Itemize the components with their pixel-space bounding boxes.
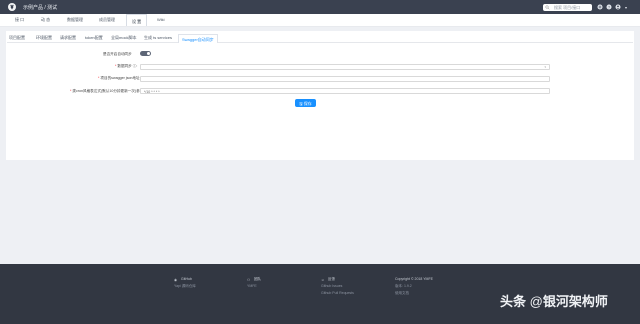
search-placeholder: 搜索 项目/接口 bbox=[554, 4, 581, 10]
footer-feedback-title: 反馈 bbox=[328, 277, 335, 281]
footer-github-link[interactable]: Yapi 源码仓库 bbox=[174, 283, 196, 290]
dropdown-arrow-icon[interactable]: ▾ bbox=[625, 5, 631, 11]
search-input[interactable]: 搜索 项目/接口 bbox=[543, 3, 592, 11]
footer-feedback-column: ☺ 反馈 Github Issues Github Pull Requests bbox=[321, 276, 354, 297]
footer-team-title: 团队 bbox=[254, 277, 261, 281]
watermark-name: 银河架构师 bbox=[542, 294, 608, 309]
swagger-url-label: * 项目的swagger json地址: bbox=[98, 76, 141, 80]
help-icon[interactable]: ? bbox=[606, 4, 612, 10]
settings-panel: 项目配置 环境配置 请求配置 token配置 全局mock脚本 生成 ts se… bbox=[6, 31, 634, 160]
footer-issues-link[interactable]: Github Issues bbox=[321, 283, 354, 290]
sub-tab-env-config[interactable]: 环境配置 bbox=[36, 35, 52, 41]
tab-member-management[interactable]: 成员管理 bbox=[99, 17, 115, 23]
save-label: 保存 bbox=[303, 101, 312, 106]
svg-text:?: ? bbox=[608, 5, 610, 9]
logo-icon bbox=[10, 4, 14, 10]
auto-sync-label: 是否开启自动同步 bbox=[103, 51, 132, 56]
swagger-url-input[interactable] bbox=[140, 76, 550, 82]
sub-tab-project-config[interactable]: 项目配置 bbox=[9, 35, 25, 41]
tab-activity[interactable]: 动 态 bbox=[41, 17, 50, 23]
data-sync-label: * 数据同步 ⓘ: bbox=[115, 64, 138, 68]
tab-wiki[interactable]: Wiki bbox=[157, 17, 165, 22]
chevron-down-icon: ▾ bbox=[544, 65, 546, 69]
footer-team-column: ⚇ 团队 YMFE bbox=[247, 276, 261, 290]
toggle-knob bbox=[147, 52, 150, 55]
feedback-icon: ☺ bbox=[321, 278, 325, 283]
watermark-at: @ bbox=[529, 294, 543, 309]
footer-docs-link[interactable]: 使用文档 bbox=[395, 290, 433, 297]
yapi-logo[interactable] bbox=[8, 3, 16, 11]
search-icon bbox=[545, 5, 550, 9]
save-button[interactable]: 🖫 保存 bbox=[295, 99, 316, 107]
footer-team-link[interactable]: YMFE bbox=[247, 283, 261, 290]
footer-github-title: GitHub bbox=[181, 277, 192, 281]
footer-copyright-column: Copyright © 2018 YMFE 版本: 1.9.2 使用文档 bbox=[395, 276, 433, 297]
footer-github-column: ◉ GitHub Yapi 源码仓库 bbox=[174, 276, 196, 290]
breadcrumb-project-title: 示例产品 / 测试 bbox=[23, 5, 58, 11]
auto-sync-toggle[interactable] bbox=[140, 51, 151, 56]
top-navigation-bar: 示例产品 / 测试 搜索 项目/接口 ? ▾ bbox=[0, 0, 640, 14]
sub-tab-swagger-sync[interactable]: Swagger自动同步 bbox=[178, 34, 218, 43]
sub-tab-token-config[interactable]: token配置 bbox=[85, 35, 103, 41]
footer-version: 版本: 1.9.2 bbox=[395, 284, 412, 288]
tab-data-management[interactable]: 数据管理 bbox=[67, 17, 83, 23]
github-icon: ◉ bbox=[174, 278, 178, 283]
tab-settings[interactable]: 设 置 bbox=[126, 14, 148, 26]
team-icon: ⚇ bbox=[247, 278, 251, 283]
cron-expression-value: */10 * * * * bbox=[144, 89, 160, 94]
sub-tab-request-config[interactable]: 请求配置 bbox=[60, 35, 76, 41]
tab-interface[interactable]: 接 口 bbox=[15, 17, 24, 23]
sub-tab-generate-ts-services[interactable]: 生成 ts services bbox=[144, 35, 172, 41]
cron-expression-input[interactable]: */10 * * * * bbox=[140, 88, 550, 94]
toutiao-watermark: 头条 @银河架构师 bbox=[500, 291, 608, 310]
add-icon[interactable] bbox=[597, 4, 603, 10]
watermark-prefix: 头条 bbox=[500, 294, 527, 309]
save-icon: 🖫 bbox=[299, 101, 303, 106]
settings-sub-tabs: 项目配置 环境配置 请求配置 token配置 全局mock脚本 生成 ts se… bbox=[7, 34, 633, 43]
project-main-tabs: 接 口 动 态 数据管理 成员管理 设 置 Wiki bbox=[0, 14, 640, 27]
footer-pull-requests-link[interactable]: Github Pull Requests bbox=[321, 290, 354, 297]
data-sync-select[interactable]: ▾ bbox=[140, 64, 550, 70]
user-icon[interactable] bbox=[615, 4, 621, 10]
cron-label: * 类cron风格表达式(默认10分钟更新一次)参考⓪: bbox=[70, 88, 148, 93]
footer-copyright: Copyright © 2018 YMFE bbox=[395, 277, 433, 281]
sub-tab-global-mock-script[interactable]: 全局mock脚本 bbox=[111, 35, 137, 41]
